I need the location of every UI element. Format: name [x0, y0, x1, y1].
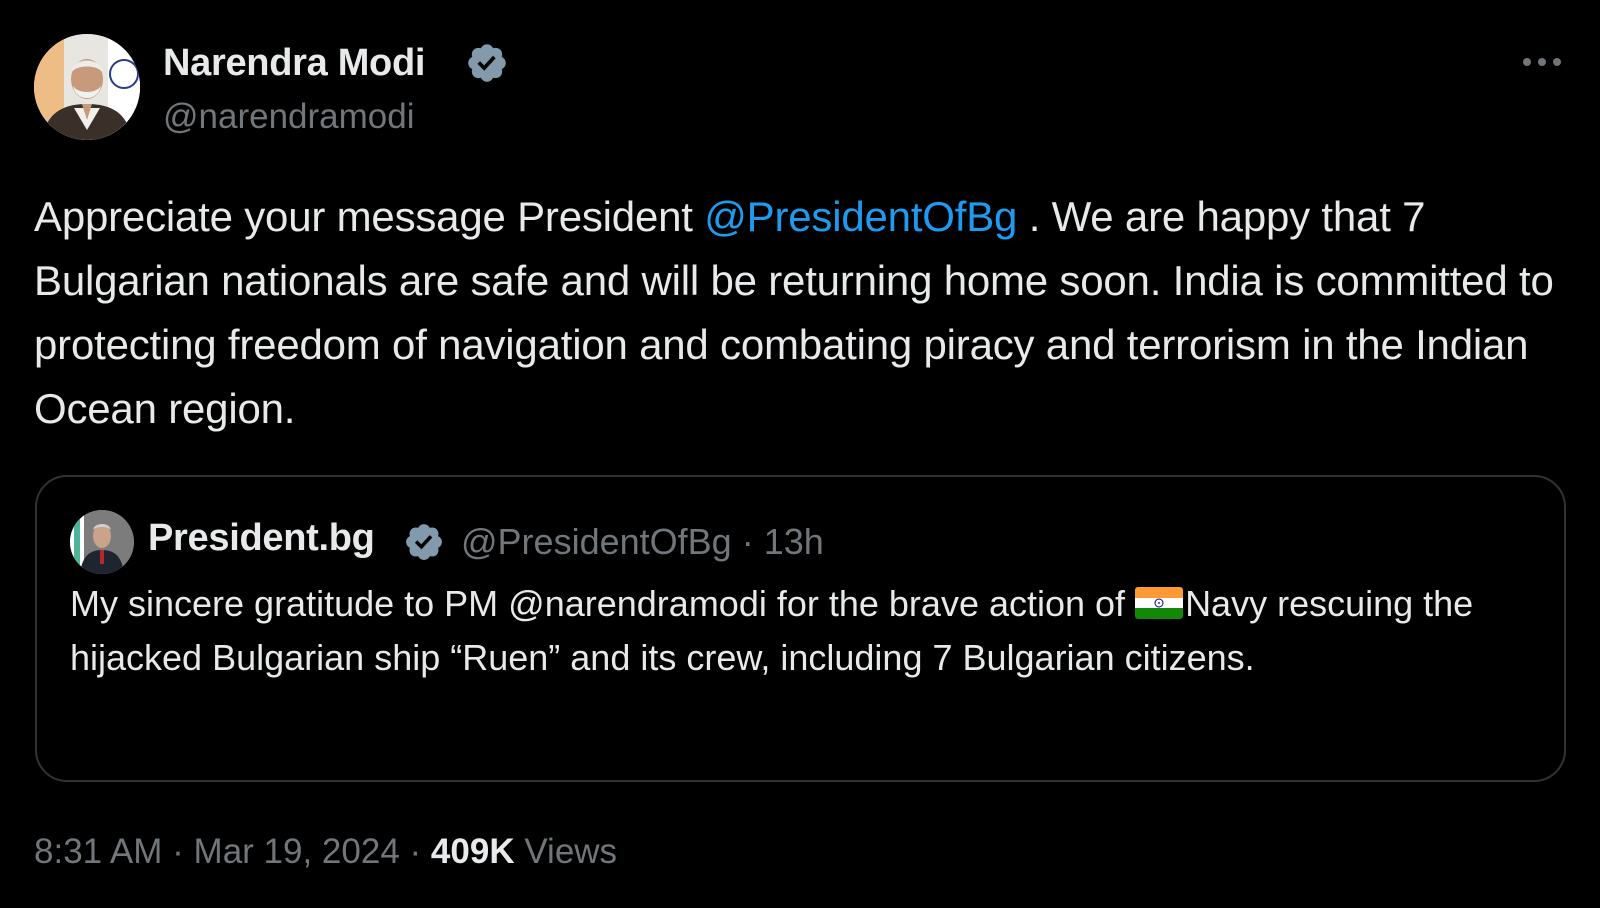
india-flag-icon — [1135, 587, 1184, 619]
quote-age[interactable]: 13h — [764, 521, 824, 562]
more-options-button[interactable] — [1518, 44, 1566, 80]
author-handle[interactable]: @narendramodi — [163, 97, 415, 137]
tweet-time[interactable]: 8:31 AM — [34, 832, 162, 871]
verified-badge-icon — [468, 44, 506, 82]
author-avatar-image — [34, 34, 140, 140]
author-avatar[interactable] — [34, 34, 140, 140]
tweet-metadata: 8:31 AM · Mar 19, 2024 · 409K Views — [34, 832, 617, 872]
meta-separator: · — [741, 521, 754, 562]
views-label: Views — [524, 832, 618, 871]
more-horizontal-icon — [1523, 58, 1561, 66]
author-name[interactable]: Narendra Modi — [163, 42, 425, 85]
mention-link[interactable]: @PresidentOfBg — [704, 193, 1017, 240]
meta-separator: · — [172, 832, 184, 871]
quoted-tweet[interactable]: President.bg @PresidentOfBg · 13h My sin… — [35, 475, 1566, 782]
quote-author-name[interactable]: President.bg — [148, 517, 375, 560]
tweet-text: Appreciate your message President @Presi… — [34, 185, 1574, 441]
tweet: Narendra Modi @narendramodi Appreciate y… — [0, 0, 1600, 908]
quote-author-avatar[interactable] — [70, 510, 134, 574]
views-count[interactable]: 409K — [431, 832, 515, 871]
quote-avatar-image — [70, 510, 134, 574]
meta-separator: · — [409, 832, 422, 871]
quote-author-handle[interactable]: @PresidentOfBg — [461, 521, 732, 562]
tweet-text-start: Appreciate your message President — [34, 193, 705, 240]
verified-badge-icon — [406, 524, 442, 560]
tweet-date[interactable]: Mar 19, 2024 — [194, 832, 400, 871]
quote-text-start: My sincere gratitude to PM @narendramodi… — [70, 583, 1136, 624]
quote-meta: @PresidentOfBg · 13h — [461, 521, 824, 563]
quote-text: My sincere gratitude to PM @narendramodi… — [70, 577, 1540, 685]
